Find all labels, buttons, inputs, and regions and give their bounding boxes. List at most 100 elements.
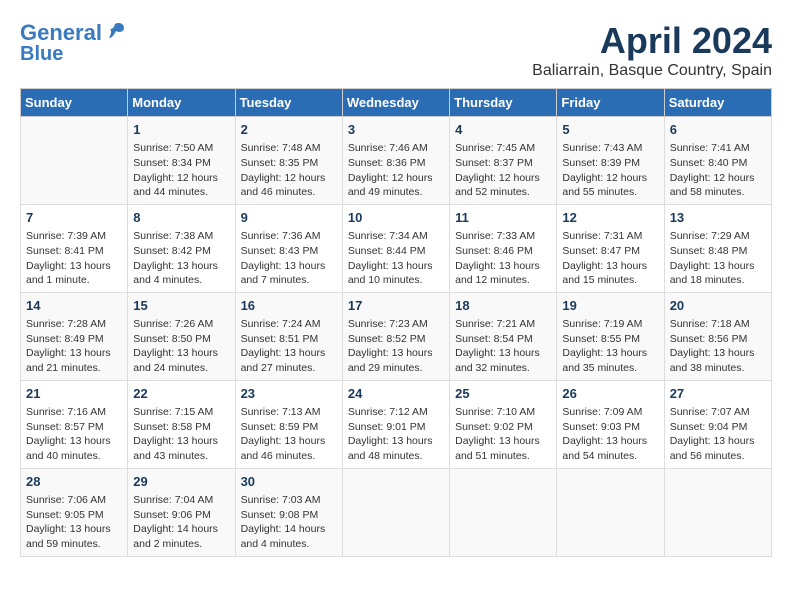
calendar-cell xyxy=(450,468,557,556)
logo: General Blue xyxy=(20,20,126,65)
day-info: Sunrise: 7:33 AM Sunset: 8:46 PM Dayligh… xyxy=(455,229,551,288)
day-number: 2 xyxy=(241,121,337,139)
day-number: 22 xyxy=(133,385,229,403)
header-row: SundayMondayTuesdayWednesdayThursdayFrid… xyxy=(21,89,772,117)
calendar-cell: 25Sunrise: 7:10 AM Sunset: 9:02 PM Dayli… xyxy=(450,380,557,468)
weekday-header: Saturday xyxy=(664,89,771,117)
day-info: Sunrise: 7:48 AM Sunset: 8:35 PM Dayligh… xyxy=(241,141,337,200)
day-number: 28 xyxy=(26,473,122,491)
calendar-cell: 14Sunrise: 7:28 AM Sunset: 8:49 PM Dayli… xyxy=(21,292,128,380)
weekday-header: Thursday xyxy=(450,89,557,117)
day-number: 10 xyxy=(348,209,444,227)
calendar-week-row: 1 Sunrise: 7:50 AM Sunset: 8:34 PM Daylig… xyxy=(21,117,772,205)
day-info: Sunrise: 7:13 AM Sunset: 8:59 PM Dayligh… xyxy=(241,405,337,464)
month-title: April 2024 xyxy=(532,20,772,62)
calendar-cell: 26 Sunrise: 7:09 AM Sunset: 9:03 PM Dayli… xyxy=(557,380,664,468)
calendar-cell: 7 Sunrise: 7:39 AM Sunset: 8:41 PM Daylig… xyxy=(21,204,128,292)
calendar-cell: 8Sunrise: 7:38 AM Sunset: 8:42 PM Daylig… xyxy=(128,204,235,292)
calendar-week-row: 14Sunrise: 7:28 AM Sunset: 8:49 PM Dayli… xyxy=(21,292,772,380)
weekday-header: Tuesday xyxy=(235,89,342,117)
weekday-header: Sunday xyxy=(21,89,128,117)
day-info: Sunrise: 7:09 AM Sunset: 9:03 PM Dayligh… xyxy=(562,405,658,464)
location-subtitle: Baliarrain, Basque Country, Spain xyxy=(532,62,772,80)
day-info: Sunrise: 7:12 AM Sunset: 9:01 PM Dayligh… xyxy=(348,405,444,464)
day-info: Sunrise: 7:15 AM Sunset: 8:58 PM Dayligh… xyxy=(133,405,229,464)
calendar-cell: 28 Sunrise: 7:06 AM Sunset: 9:05 PM Dayli… xyxy=(21,468,128,556)
calendar-cell: 20 Sunrise: 7:18 AM Sunset: 8:56 PM Dayli… xyxy=(664,292,771,380)
calendar-cell xyxy=(21,117,128,205)
day-number: 29 xyxy=(133,473,229,491)
day-info: Sunrise: 7:16 AM Sunset: 8:57 PM Dayligh… xyxy=(26,405,122,464)
calendar-cell: 21 Sunrise: 7:16 AM Sunset: 8:57 PM Dayli… xyxy=(21,380,128,468)
calendar-cell: 18 Sunrise: 7:21 AM Sunset: 8:54 PM Dayli… xyxy=(450,292,557,380)
day-number: 13 xyxy=(670,209,766,227)
calendar-cell: 19 Sunrise: 7:19 AM Sunset: 8:55 PM Dayli… xyxy=(557,292,664,380)
calendar-cell: 10 Sunrise: 7:34 AM Sunset: 8:44 PM Dayli… xyxy=(342,204,449,292)
day-number: 19 xyxy=(562,297,658,315)
day-info: Sunrise: 7:39 AM Sunset: 8:41 PM Dayligh… xyxy=(26,229,122,288)
calendar-cell: 16 Sunrise: 7:24 AM Sunset: 8:51 PM Dayli… xyxy=(235,292,342,380)
day-info: Sunrise: 7:26 AM Sunset: 8:50 PM Dayligh… xyxy=(133,317,229,376)
day-number: 20 xyxy=(670,297,766,315)
day-number: 30 xyxy=(241,473,337,491)
weekday-header: Monday xyxy=(128,89,235,117)
day-number: 6 xyxy=(670,121,766,139)
day-number: 16 xyxy=(241,297,337,315)
calendar-cell: 15 Sunrise: 7:26 AM Sunset: 8:50 PM Dayli… xyxy=(128,292,235,380)
day-info: Sunrise: 7:19 AM Sunset: 8:55 PM Dayligh… xyxy=(562,317,658,376)
day-number: 4 xyxy=(455,121,551,139)
day-number: 7 xyxy=(26,209,122,227)
calendar-cell: 24 Sunrise: 7:12 AM Sunset: 9:01 PM Dayli… xyxy=(342,380,449,468)
calendar-cell: 1 Sunrise: 7:50 AM Sunset: 8:34 PM Daylig… xyxy=(128,117,235,205)
day-info: Sunrise: 7:07 AM Sunset: 9:04 PM Dayligh… xyxy=(670,405,766,464)
day-number: 17 xyxy=(348,297,444,315)
day-info: Sunrise: 7:50 AM Sunset: 8:34 PM Dayligh… xyxy=(133,141,229,200)
day-number: 1 xyxy=(133,121,229,139)
calendar-cell: 13 Sunrise: 7:29 AM Sunset: 8:48 PM Dayli… xyxy=(664,204,771,292)
day-number: 26 xyxy=(562,385,658,403)
day-info: Sunrise: 7:29 AM Sunset: 8:48 PM Dayligh… xyxy=(670,229,766,288)
day-info: Sunrise: 7:24 AM Sunset: 8:51 PM Dayligh… xyxy=(241,317,337,376)
day-info: Sunrise: 7:41 AM Sunset: 8:40 PM Dayligh… xyxy=(670,141,766,200)
calendar-cell: 5Sunrise: 7:43 AM Sunset: 8:39 PM Daylig… xyxy=(557,117,664,205)
calendar-cell: 4Sunrise: 7:45 AM Sunset: 8:37 PM Daylig… xyxy=(450,117,557,205)
day-info: Sunrise: 7:06 AM Sunset: 9:05 PM Dayligh… xyxy=(26,493,122,552)
day-info: Sunrise: 7:36 AM Sunset: 8:43 PM Dayligh… xyxy=(241,229,337,288)
day-info: Sunrise: 7:21 AM Sunset: 8:54 PM Dayligh… xyxy=(455,317,551,376)
day-number: 24 xyxy=(348,385,444,403)
day-info: Sunrise: 7:46 AM Sunset: 8:36 PM Dayligh… xyxy=(348,141,444,200)
day-number: 12 xyxy=(562,209,658,227)
calendar-week-row: 21 Sunrise: 7:16 AM Sunset: 8:57 PM Dayli… xyxy=(21,380,772,468)
day-info: Sunrise: 7:03 AM Sunset: 9:08 PM Dayligh… xyxy=(241,493,337,552)
day-info: Sunrise: 7:23 AM Sunset: 8:52 PM Dayligh… xyxy=(348,317,444,376)
day-info: Sunrise: 7:28 AM Sunset: 8:49 PM Dayligh… xyxy=(26,317,122,376)
day-number: 8 xyxy=(133,209,229,227)
calendar-cell: 30 Sunrise: 7:03 AM Sunset: 9:08 PM Dayli… xyxy=(235,468,342,556)
logo-bird-icon xyxy=(104,20,126,47)
day-number: 9 xyxy=(241,209,337,227)
calendar-cell: 3 Sunrise: 7:46 AM Sunset: 8:36 PM Daylig… xyxy=(342,117,449,205)
calendar-cell: 17 Sunrise: 7:23 AM Sunset: 8:52 PM Dayli… xyxy=(342,292,449,380)
page-header: General Blue April 2024 Baliarrain, Basq… xyxy=(20,20,772,80)
day-number: 18 xyxy=(455,297,551,315)
calendar-cell: 9 Sunrise: 7:36 AM Sunset: 8:43 PM Daylig… xyxy=(235,204,342,292)
day-number: 21 xyxy=(26,385,122,403)
day-info: Sunrise: 7:34 AM Sunset: 8:44 PM Dayligh… xyxy=(348,229,444,288)
day-number: 27 xyxy=(670,385,766,403)
day-info: Sunrise: 7:18 AM Sunset: 8:56 PM Dayligh… xyxy=(670,317,766,376)
title-section: April 2024 Baliarrain, Basque Country, S… xyxy=(532,20,772,80)
calendar-cell: 12 Sunrise: 7:31 AM Sunset: 8:47 PM Dayli… xyxy=(557,204,664,292)
day-info: Sunrise: 7:31 AM Sunset: 8:47 PM Dayligh… xyxy=(562,229,658,288)
calendar-table: SundayMondayTuesdayWednesdayThursdayFrid… xyxy=(20,88,772,557)
calendar-cell: 27 Sunrise: 7:07 AM Sunset: 9:04 PM Dayli… xyxy=(664,380,771,468)
day-info: Sunrise: 7:43 AM Sunset: 8:39 PM Dayligh… xyxy=(562,141,658,200)
day-number: 3 xyxy=(348,121,444,139)
calendar-cell xyxy=(557,468,664,556)
logo-text: General xyxy=(20,21,102,45)
day-number: 25 xyxy=(455,385,551,403)
calendar-cell: 23Sunrise: 7:13 AM Sunset: 8:59 PM Dayli… xyxy=(235,380,342,468)
calendar-cell: 6 Sunrise: 7:41 AM Sunset: 8:40 PM Daylig… xyxy=(664,117,771,205)
calendar-cell: 22 Sunrise: 7:15 AM Sunset: 8:58 PM Dayli… xyxy=(128,380,235,468)
calendar-week-row: 28 Sunrise: 7:06 AM Sunset: 9:05 PM Dayli… xyxy=(21,468,772,556)
day-number: 15 xyxy=(133,297,229,315)
